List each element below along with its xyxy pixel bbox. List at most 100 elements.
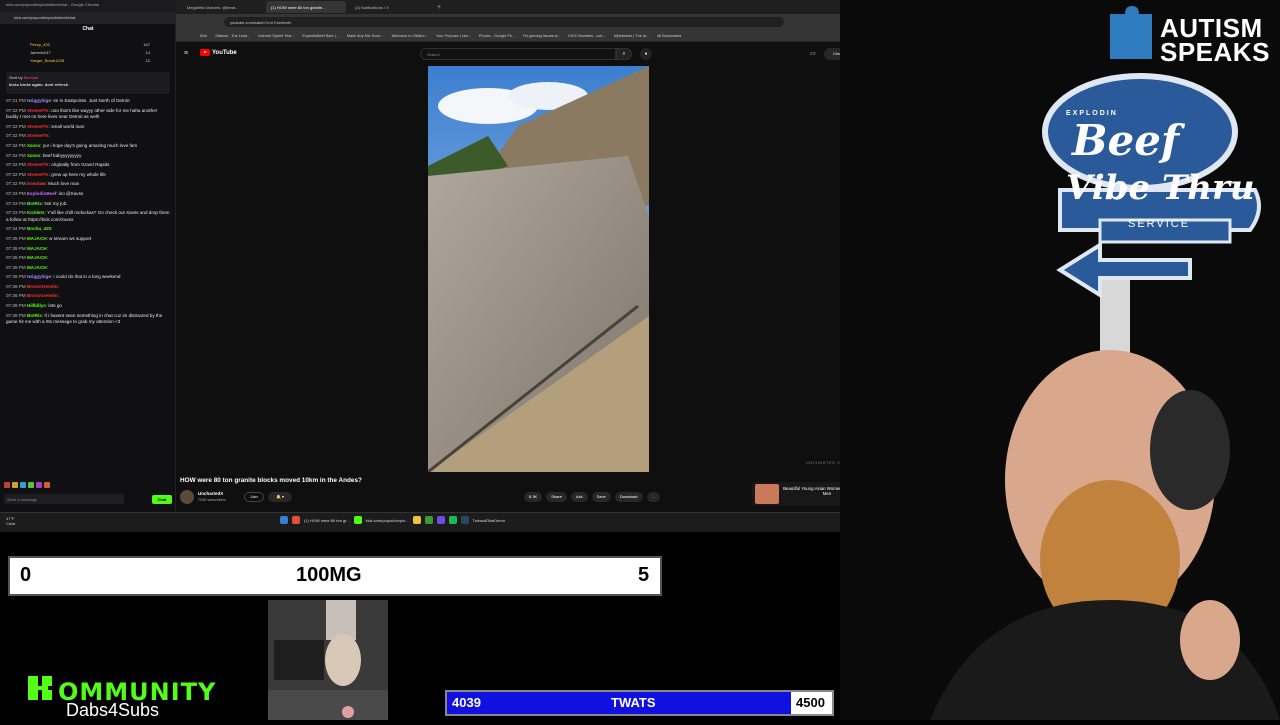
bookmark-item[interactable]: Welcome to Oklaho... <box>392 34 428 38</box>
chat-username[interactable]: MAJACH <box>27 255 47 260</box>
bookmark-item[interactable]: Your Purpose | clot... <box>436 34 471 38</box>
chat-text: i could do that in a long weekend <box>53 274 121 280</box>
bookmark-item[interactable]: Make Any Mic Soun... <box>347 34 384 38</box>
emote-icon[interactable] <box>44 482 50 488</box>
chat-username[interactable]: Kicklets <box>27 210 45 215</box>
search-icon[interactable]: ⌕ <box>616 48 632 60</box>
address-field[interactable]: youtube.com/watch?v=n7mxetvzfc <box>224 17 784 27</box>
chat-timestamp: 07:35 PM <box>6 255 26 261</box>
chat-username[interactable]: MAJACH <box>27 246 47 251</box>
new-tab-icon[interactable]: + <box>434 4 444 11</box>
taskbar-item[interactable]: (1) HOW were 80 ton gr... <box>304 518 350 523</box>
bookmark-item[interactable]: Internet Speed Test... <box>258 34 294 38</box>
chat-message: 07:36 PM BotRix: If i havent seen someth… <box>6 312 163 325</box>
chat-timestamp: 07:36 PM <box>6 312 26 318</box>
chrome-icon[interactable] <box>292 516 300 524</box>
ask-button[interactable]: Ask <box>570 492 588 502</box>
leaderboard-row: Yaeger_Bomb1228 12 <box>30 58 150 63</box>
chat-username[interactable]: Hillbillys <box>27 303 46 308</box>
chat-username[interactable]: MAJACH <box>27 265 47 270</box>
counter-left-value: 0 <box>20 564 32 586</box>
channel-avatar[interactable] <box>180 490 194 504</box>
chat-input[interactable]: Send a message <box>4 494 124 504</box>
save-button[interactable]: Save <box>591 492 611 502</box>
youtube-logo[interactable]: YouTube <box>200 49 237 56</box>
chat-username[interactable]: BronxGremlin <box>27 284 58 289</box>
bookmark-item[interactable]: Kick <box>200 34 207 38</box>
chat-username[interactable]: twiggybige <box>27 274 51 279</box>
chat-username[interactable]: BotRix <box>27 201 42 206</box>
browser-tab[interactable]: (3) Notifications / X <box>350 1 430 13</box>
chat-message: 07:36 PM twiggybige: i could do that in … <box>6 274 121 280</box>
menu-icon[interactable]: ≡ <box>184 50 188 57</box>
chat-url-bar[interactable]: kick.com/popout/explodinbeef/chat <box>0 12 176 24</box>
chat-username[interactable]: Bocha_420 <box>27 226 51 231</box>
download-button[interactable]: Download <box>614 492 643 502</box>
share-button[interactable]: Share <box>546 492 567 502</box>
chat-username[interactable]: XtremeTK <box>27 172 49 177</box>
more-button[interactable]: ... <box>646 492 660 502</box>
chat-emote-bar[interactable] <box>4 482 114 490</box>
bookmark-item[interactable]: All Bookmarks <box>657 34 681 38</box>
chat-username[interactable]: XtremeTK <box>27 133 49 138</box>
mic-icon[interactable]: ● <box>640 48 652 60</box>
bookmark-item[interactable]: KICK Bounties - ove... <box>568 34 605 38</box>
emote-icon[interactable] <box>12 482 18 488</box>
chat-timestamp: 07:32 PM <box>6 171 26 177</box>
emote-icon[interactable] <box>4 482 10 488</box>
steam-icon[interactable] <box>460 516 469 524</box>
chat-message: 07:34 PM Bocha_420: <box>6 226 53 232</box>
chat-timestamp: 07:32 PM <box>6 107 26 113</box>
youtube-logo-text: YouTube <box>212 49 237 56</box>
puzzle-piece-icon <box>1110 6 1152 59</box>
chat-username[interactable]: ironclaw <box>27 181 46 186</box>
chat-text: small world man <box>51 123 85 129</box>
bookmark-item[interactable]: Photos - Google Ph... <box>479 34 515 38</box>
like-button[interactable]: 8.3K <box>524 492 543 502</box>
folder-icon[interactable] <box>412 516 421 524</box>
subscribed-bell-button[interactable]: 🔔 ▾ <box>268 492 292 502</box>
emote-icon[interactable] <box>28 482 34 488</box>
taskbar-item[interactable]: kick.com/popout/explo... <box>366 518 409 523</box>
bookmark-item[interactable]: ExplodinBeef Bars |... <box>302 34 338 38</box>
chat-username[interactable]: XtremeTK <box>27 108 49 113</box>
start-icon[interactable] <box>280 516 288 524</box>
bookmark-item[interactable]: Statsus - The Lead... <box>215 34 250 38</box>
join-button[interactable]: Join <box>244 492 264 502</box>
pinned-message[interactable]: Sent by Electrab kicks broke again. dont… <box>6 72 170 94</box>
kick-icon[interactable] <box>353 516 362 524</box>
chat-message: 07:35 PM MAJACH: w stream ws support <box>6 235 92 241</box>
chat-username[interactable]: twiggybige <box>27 98 51 103</box>
video-player[interactable] <box>428 66 649 472</box>
chat-username[interactable]: BotRix <box>27 313 42 318</box>
chat-username[interactable]: Xavss <box>27 153 40 158</box>
chat-username[interactable]: BronxGremlin <box>27 293 58 298</box>
search-input[interactable]: Search <box>420 48 616 60</box>
chat-username[interactable]: XtremeTK <box>27 162 49 167</box>
chat-username[interactable]: ExplodinBeef <box>27 191 56 196</box>
channel-name[interactable]: UnchartedX <box>198 491 223 496</box>
bookmark-item[interactable]: Fix gaming issues w... <box>523 34 560 38</box>
weather-widget[interactable]: 47°F Clear <box>6 516 16 526</box>
video-title: HOW were 80 ton granite blocks moved 10k… <box>180 477 362 484</box>
chat-window-title: kick.com/popout/explodinbeef/chat - Goog… <box>0 0 176 12</box>
browser-tab[interactable]: Megalithic Marvels: @iterat... <box>182 1 262 13</box>
chat-username[interactable]: Xavss <box>27 143 40 148</box>
xbox-icon[interactable] <box>424 516 433 524</box>
emote-icon[interactable] <box>20 482 26 488</box>
leaderboard-row: Jammin247 14 <box>30 50 150 55</box>
chat-send-button[interactable]: Chat <box>152 495 172 504</box>
leaderboard-count: 12 <box>145 58 150 63</box>
discord-icon[interactable] <box>436 516 445 524</box>
chat-username[interactable]: MAJACH <box>27 236 47 241</box>
bookmark-item[interactable]: Mylebrants | The la... <box>614 34 649 38</box>
spotify-icon[interactable] <box>448 516 457 524</box>
bookmarks-bar: Kick Statsus - The Lead... Internet Speed … <box>176 30 908 42</box>
taskbar-item[interactable]: TwinsofOkieDemo <box>473 518 505 523</box>
chat-message: 07:31 PM twiggybige: im in Eastpointe. J… <box>6 98 130 103</box>
chat-username[interactable]: XtremeTK <box>27 124 49 129</box>
emote-icon[interactable] <box>36 482 42 488</box>
chat-timestamp: 07:36 PM <box>6 303 26 309</box>
browser-tab-active[interactable]: (1) HOW were 80 ton granite... <box>266 1 346 13</box>
cast-icon[interactable]: ▭ <box>810 50 816 57</box>
